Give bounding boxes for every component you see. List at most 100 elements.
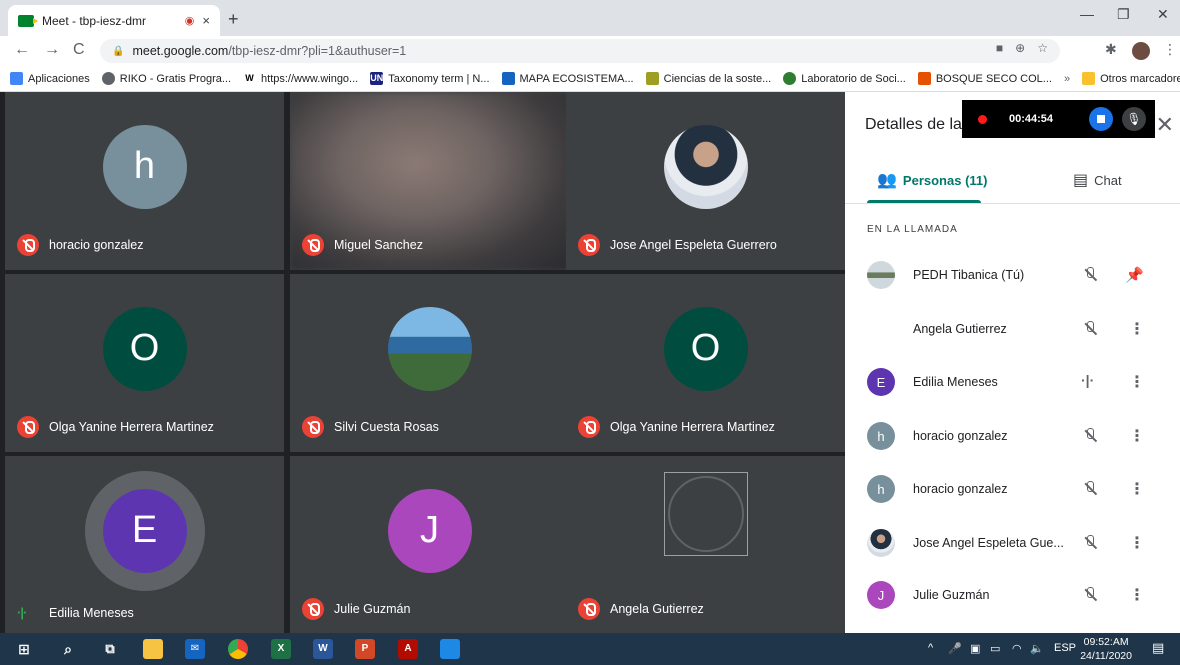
participant-name: Julie Guzmán [913,588,990,602]
new-tab-button[interactable]: + [228,9,239,30]
mic-off-icon [578,598,600,620]
app-icon[interactable] [440,639,460,659]
word-icon[interactable]: W [313,639,333,659]
notifications-icon[interactable]: ▤ [1152,640,1164,656]
participant-name: Edilia Meneses [49,605,134,620]
excel-icon[interactable]: X [271,639,291,659]
recording-mic-button[interactable]: 🎙 [1122,107,1146,131]
task-view-icon[interactable]: ⧉ [100,639,120,659]
participant-tile[interactable]: O Olga Yanine Herrera Martinez [5,274,284,452]
speaking-indicator-icon: ·|· [1081,372,1095,388]
battery-icon[interactable]: ▭ [990,642,1000,655]
speaking-indicator-icon: ·|· [17,605,27,620]
more-options-icon[interactable]: ⋮ [1129,585,1145,605]
acrobat-icon[interactable]: A [398,639,418,659]
more-options-icon[interactable]: ⋮ [1129,533,1145,553]
forward-arrow-icon[interactable]: → [44,41,60,59]
participant-name: horacio gonzalez [913,482,1008,496]
close-panel-icon[interactable]: ✕ [1156,112,1174,138]
participant-row[interactable]: J Julie Guzmán ⋮ [845,570,1180,620]
url-input[interactable]: 🔒 meet.google.com /tbp-iesz-dmr?pli=1&au… [100,39,1060,63]
participant-row[interactable]: Angela Gutierrez ⋮ [845,304,1180,354]
extensions-icon[interactable]: ✱ [1105,41,1117,58]
tray-mic-icon[interactable]: 🎤 [948,642,962,655]
bookmarks-bar: Aplicaciones RIKO - Gratis Progra... Wht… [0,66,1180,92]
participant-tile[interactable]: J Julie Guzmán [290,456,569,634]
tray-chevron-icon[interactable]: ^ [928,642,933,654]
participant-tile[interactable]: E ·|· Edilia Meneses [5,456,284,634]
participant-tile[interactable]: O Olga Yanine Herrera Martinez [566,274,845,452]
restore-icon[interactable]: ❐ [1117,6,1130,23]
more-bookmarks-button[interactable]: » [1064,73,1070,85]
camera-icon[interactable]: ■ [996,41,1003,55]
language-indicator[interactable]: ESP [1054,642,1076,654]
participant-name: Edilia Meneses [913,375,998,389]
stop-recording-button[interactable] [1089,107,1113,131]
address-bar-row: ← → C 🔒 meet.google.com /tbp-iesz-dmr?pl… [0,36,1180,66]
browser-menu-icon[interactable]: ⋮ [1163,41,1177,58]
tab-people[interactable]: 👥 Personas (11) [877,170,987,190]
volume-icon[interactable]: 🔈 [1030,642,1044,655]
tab-chat[interactable]: ▤ Chat [1073,170,1122,190]
other-bookmarks-folder[interactable]: Otros marcadores [1082,72,1180,85]
browser-tab-meet[interactable]: Meet - tbp-iesz-dmr ◉ × [8,5,220,36]
mic-off-icon [17,416,39,438]
window-close-icon[interactable]: ✕ [1157,6,1169,23]
mic-off-icon [1081,319,1101,339]
participant-tile[interactable]: Jose Angel Espeleta Guerrero [566,92,845,270]
more-options-icon[interactable]: ⋮ [1129,479,1145,499]
bookmark-item[interactable]: Laboratorio de Soci... [783,72,906,85]
participant-tile[interactable]: h horacio gonzalez [5,92,284,270]
avatar: h [102,124,187,209]
participant-tile[interactable]: Silvi Cuesta Rosas [290,274,569,452]
participant-row[interactable]: PEDH Tibanica (Tú) 📌 [845,250,1180,300]
bookmark-item[interactable]: Whttps://www.wingo... [243,72,358,85]
avatar: E [102,488,187,573]
participant-tile[interactable]: Miguel Sanchez [290,92,569,270]
windows-taskbar: ⊞ ⌕ ⧉ ✉ X W P A ^ 🎤 ▣ ▭ ◠ 🔈 ESP 09:52:AM… [0,633,1180,665]
bookmark-item[interactable]: Ciencias de la soste... [645,72,771,85]
participant-row[interactable]: h horacio gonzalez ⋮ [845,411,1180,461]
url-host: meet.google.com [132,44,229,58]
system-clock[interactable]: 09:52:AM 24/11/2020 [1080,635,1132,663]
avatar: J [867,581,895,609]
windows-start-icon[interactable]: ⊞ [14,639,34,659]
mail-icon[interactable]: ✉ [185,639,205,659]
mic-off-icon [17,234,39,256]
participant-row[interactable]: h horacio gonzalez ⋮ [845,464,1180,514]
powerpoint-icon[interactable]: P [355,639,375,659]
bookmark-item[interactable]: UN Taxonomy term | N... [370,72,490,85]
chat-icon: ▤ [1073,172,1089,189]
pin-icon[interactable]: 📌 [1125,266,1144,284]
file-explorer-icon[interactable] [143,639,163,659]
leaf-icon [783,72,797,85]
bookmark-item[interactable]: Aplicaciones [10,72,90,85]
more-options-icon[interactable]: ⋮ [1129,319,1145,339]
star-icon[interactable]: ☆ [1037,41,1048,55]
tray-app-icon[interactable]: ▣ [970,642,980,655]
reload-icon[interactable]: C [73,41,85,59]
search-icon[interactable]: ⌕ [58,639,78,659]
minimize-icon[interactable]: — [1080,6,1094,22]
participant-tile[interactable]: Angela Gutierrez [566,456,845,634]
bookmark-item[interactable]: MAPA ECOSISTEMA... [501,72,634,85]
zoom-icon[interactable]: ⊕ [1015,41,1025,55]
chrome-icon[interactable] [228,639,248,659]
more-options-icon[interactable]: ⋮ [1129,426,1145,446]
participant-row[interactable]: E Edilia Meneses ·|· ⋮ [845,357,1180,407]
back-arrow-icon[interactable]: ← [14,41,30,59]
bookmark-item[interactable]: BOSQUE SECO COL... [917,72,1052,85]
wifi-icon[interactable]: ◠ [1012,642,1022,655]
avatar-photo [387,306,472,391]
recording-toolbar: 00:44:54 🎙 [962,100,1155,138]
avatar: E [867,368,895,396]
mic-off-icon [1081,265,1101,285]
meet-logo-icon [18,14,38,27]
profile-avatar[interactable] [1132,42,1150,60]
tab-close-button[interactable]: × [202,13,210,28]
participant-name: Olga Yanine Herrera Martinez [49,420,214,434]
participant-name: Miguel Sanchez [334,238,423,252]
bookmark-item[interactable]: RIKO - Gratis Progra... [101,72,231,85]
participant-row[interactable]: Jose Angel Espeleta Gue... ⋮ [845,518,1180,568]
more-options-icon[interactable]: ⋮ [1129,372,1145,392]
